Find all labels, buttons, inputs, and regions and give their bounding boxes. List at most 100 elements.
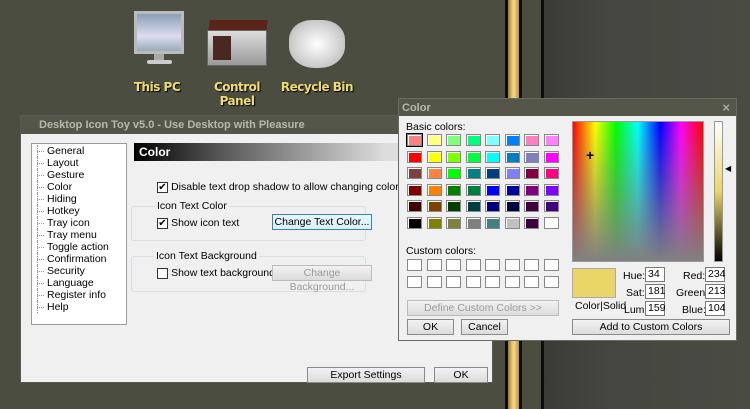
basic-color-swatch[interactable] <box>426 134 442 146</box>
red-input[interactable]: 234 <box>705 267 726 282</box>
basic-color-swatch[interactable] <box>465 134 481 146</box>
nav-item-register-info[interactable]: Register info <box>32 289 126 301</box>
basic-color-swatch[interactable] <box>504 216 520 229</box>
green-input[interactable]: 213 <box>705 284 726 299</box>
dialog-cancel-button[interactable]: Cancel <box>461 319 508 335</box>
custom-color-swatch[interactable] <box>407 259 422 271</box>
ok-button[interactable]: OK <box>434 367 488 383</box>
basic-color-swatch[interactable] <box>524 150 539 163</box>
nav-item-layout[interactable]: Layout <box>32 157 126 169</box>
basic-color-swatch[interactable] <box>407 150 422 163</box>
custom-color-swatch[interactable] <box>426 259 442 271</box>
desktop-icon-this-pc[interactable]: This PC <box>117 8 197 94</box>
desktop-icon-recycle-bin[interactable]: Recycle Bin <box>277 8 357 94</box>
custom-color-swatch[interactable] <box>465 259 481 271</box>
basic-color-swatch[interactable] <box>465 200 481 212</box>
basic-color-swatch[interactable] <box>524 134 539 146</box>
disable-shadow-checkbox[interactable]: ✔ Disable text drop shadow to allow chan… <box>157 181 399 193</box>
basic-color-swatch[interactable] <box>485 200 500 212</box>
add-to-custom-colors-button[interactable]: Add to Custom Colors <box>572 319 730 335</box>
basic-color-swatch[interactable] <box>504 150 520 163</box>
basic-color-swatch[interactable] <box>543 216 559 229</box>
nav-item-help[interactable]: Help <box>32 301 126 313</box>
desktop-icon-control-panel[interactable]: Control Panel <box>197 8 277 108</box>
basic-color-swatch[interactable] <box>485 150 500 163</box>
basic-color-swatch[interactable] <box>485 183 500 196</box>
basic-color-swatch[interactable] <box>446 200 461 212</box>
basic-color-swatch[interactable] <box>504 134 520 146</box>
nav-item-general[interactable]: General <box>32 145 126 157</box>
basic-color-swatch[interactable] <box>543 134 559 146</box>
custom-color-swatch[interactable] <box>543 259 559 271</box>
basic-color-swatch[interactable] <box>504 167 520 179</box>
basic-color-swatch[interactable] <box>524 216 539 229</box>
custom-color-swatch[interactable] <box>465 276 481 288</box>
basic-color-swatch[interactable] <box>524 183 539 196</box>
lum-input[interactable]: 159 <box>645 301 666 316</box>
basic-color-swatch[interactable] <box>426 167 442 179</box>
color-spectrum[interactable]: + <box>572 121 704 262</box>
nav-item-language[interactable]: Language <box>32 277 126 289</box>
nav-item-toggle-action[interactable]: Toggle action <box>32 241 126 253</box>
custom-color-swatch[interactable] <box>485 276 500 288</box>
slider-arrow-icon[interactable]: ◀ <box>725 164 731 173</box>
custom-color-swatch[interactable] <box>504 259 520 271</box>
basic-color-swatch[interactable] <box>465 150 481 163</box>
hue-input[interactable]: 34 <box>645 267 665 282</box>
custom-color-swatch[interactable] <box>504 276 520 288</box>
basic-color-swatch[interactable] <box>446 167 461 179</box>
define-custom-colors-button[interactable]: Define Custom Colors >> <box>407 300 559 316</box>
basic-color-swatch[interactable] <box>426 183 442 196</box>
luminosity-slider[interactable] <box>714 121 723 262</box>
basic-color-swatch[interactable] <box>426 200 442 212</box>
checkbox-box[interactable]: ✔ <box>157 181 168 193</box>
basic-color-swatch[interactable] <box>407 183 422 196</box>
custom-color-swatch[interactable] <box>446 276 461 288</box>
basic-color-swatch[interactable] <box>446 216 461 229</box>
basic-color-swatch[interactable] <box>407 200 422 212</box>
change-background-button[interactable]: Change Background... <box>272 265 372 293</box>
basic-color-swatch[interactable] <box>543 150 559 163</box>
custom-color-swatch[interactable] <box>426 276 442 288</box>
basic-color-swatch[interactable] <box>426 150 442 163</box>
custom-color-swatch[interactable] <box>543 276 559 288</box>
basic-color-swatch[interactable] <box>446 183 461 196</box>
basic-color-swatch[interactable] <box>407 167 422 179</box>
custom-color-swatch[interactable] <box>524 259 539 271</box>
nav-item-confirmation[interactable]: Confirmation <box>32 253 126 265</box>
basic-color-swatch[interactable] <box>543 167 559 179</box>
export-settings-button[interactable]: Export Settings <box>307 367 425 383</box>
blue-input[interactable]: 104 <box>705 301 726 316</box>
basic-color-swatch[interactable] <box>543 200 559 212</box>
custom-color-swatch[interactable] <box>524 276 539 288</box>
basic-color-swatch[interactable] <box>504 200 520 212</box>
basic-color-swatch[interactable] <box>426 216 442 229</box>
show-icon-text-checkbox[interactable]: ✔ Show icon text <box>157 217 239 229</box>
basic-color-swatch[interactable] <box>485 134 500 146</box>
basic-color-swatch[interactable] <box>446 150 461 163</box>
basic-color-swatch[interactable] <box>485 167 500 179</box>
basic-color-swatch[interactable] <box>485 216 500 229</box>
nav-item-tray-icon[interactable]: Tray icon <box>32 217 126 229</box>
nav-item-hiding[interactable]: Hiding <box>32 193 126 205</box>
basic-color-swatch[interactable] <box>465 167 481 179</box>
custom-color-swatch[interactable] <box>485 259 500 271</box>
close-icon[interactable]: × <box>722 100 730 115</box>
checkbox-box[interactable]: ✔ <box>157 217 168 229</box>
basic-color-swatch[interactable] <box>543 183 559 196</box>
basic-color-swatch[interactable] <box>406 133 423 147</box>
nav-item-security[interactable]: Security <box>32 265 126 277</box>
nav-item-tray-menu[interactable]: Tray menu <box>32 229 126 241</box>
nav-item-color[interactable]: Color <box>32 181 126 193</box>
nav-item-hotkey[interactable]: Hotkey <box>32 205 126 217</box>
basic-color-swatch[interactable] <box>504 183 520 196</box>
dialog-ok-button[interactable]: OK <box>407 319 454 335</box>
basic-color-swatch[interactable] <box>524 200 539 212</box>
sat-input[interactable]: 181 <box>645 284 666 299</box>
show-text-background-checkbox[interactable]: Show text background <box>157 267 275 279</box>
basic-color-swatch[interactable] <box>446 134 461 146</box>
custom-color-swatch[interactable] <box>407 276 422 288</box>
change-text-color-button[interactable]: Change Text Color... <box>272 214 372 230</box>
checkbox-box[interactable] <box>157 267 168 279</box>
basic-color-swatch[interactable] <box>524 167 539 179</box>
